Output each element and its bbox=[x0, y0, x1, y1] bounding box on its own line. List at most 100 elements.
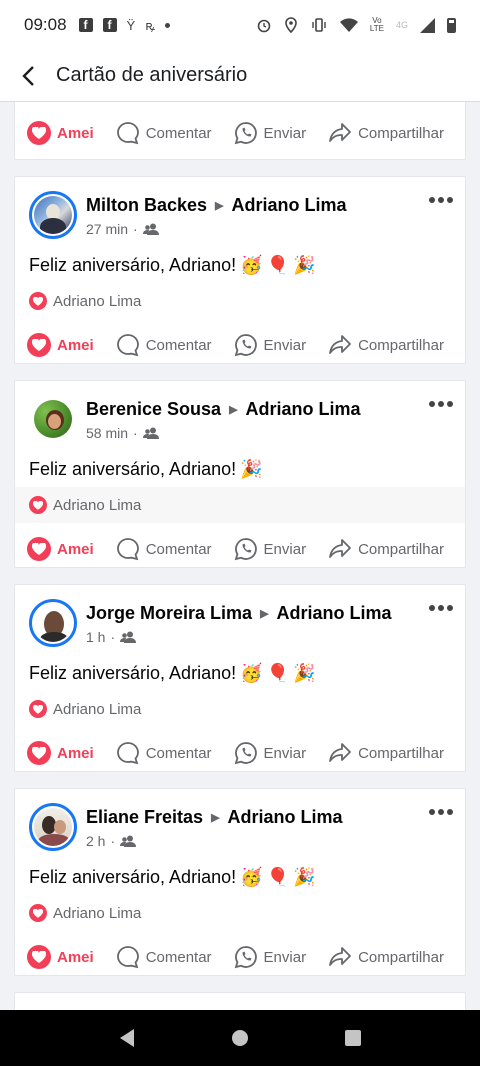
love-button[interactable]: Amei bbox=[27, 741, 94, 765]
heart-icon bbox=[27, 537, 51, 561]
share-button[interactable]: Compartilhar bbox=[328, 537, 444, 561]
share-icon bbox=[329, 947, 351, 966]
reactions-summary[interactable]: Adriano Lima bbox=[15, 283, 465, 319]
home-nav-icon[interactable] bbox=[231, 1029, 249, 1047]
back-button[interactable] bbox=[16, 64, 40, 88]
birthday-feed[interactable]: Amei Comentar Enviar Compartilhar Milton… bbox=[0, 102, 480, 1010]
reactor-name: Adriano Lima bbox=[53, 904, 142, 922]
post-card-partial: Amei Comentar Enviar Compartilhar bbox=[14, 102, 466, 160]
friends-audience-icon bbox=[120, 631, 137, 643]
send-label: Enviar bbox=[263, 336, 307, 354]
share-icon bbox=[329, 743, 351, 762]
friends-audience-icon bbox=[120, 835, 137, 847]
post-text: Feliz aniversário, Adriano! 🥳 🎈 🎉 bbox=[15, 855, 465, 889]
post-message: Feliz aniversário, Adriano! bbox=[29, 662, 237, 683]
author-name[interactable]: Berenice Sousa bbox=[86, 399, 221, 420]
reactions-summary[interactable]: Adriano Lima bbox=[15, 487, 465, 523]
send-label: Enviar bbox=[263, 124, 307, 142]
post-time[interactable]: 58 min bbox=[86, 425, 128, 441]
share-button[interactable]: Compartilhar bbox=[328, 121, 444, 145]
send-button[interactable]: Enviar bbox=[234, 537, 306, 561]
love-reaction-icon bbox=[29, 904, 47, 922]
send-button[interactable]: Enviar bbox=[234, 121, 307, 145]
app-bar: Cartão de aniversário bbox=[0, 50, 480, 102]
love-button[interactable]: Amei bbox=[27, 537, 94, 561]
post-time[interactable]: 27 min bbox=[86, 221, 128, 237]
author-name[interactable]: Jorge Moreira Lima bbox=[86, 603, 252, 624]
avatar[interactable] bbox=[29, 395, 77, 443]
whatsapp-icon bbox=[234, 538, 257, 561]
share-label: Compartilhar bbox=[358, 124, 444, 142]
author-name[interactable]: Eliane Freitas bbox=[86, 807, 203, 828]
more-options-button[interactable] bbox=[429, 605, 453, 611]
love-button[interactable]: Amei bbox=[27, 945, 94, 969]
notification-icons: f f Ÿ ꝶ bbox=[78, 16, 171, 34]
avatar[interactable] bbox=[29, 191, 77, 239]
avatar[interactable] bbox=[29, 599, 77, 647]
post-header: Eliane Freitas ▶ Adriano Lima 2 h · bbox=[15, 789, 465, 855]
party-face-emoji: 🥳 bbox=[240, 254, 263, 275]
heart-icon bbox=[27, 945, 51, 969]
love-label: Amei bbox=[57, 336, 94, 354]
post-text: Feliz aniversário, Adriano! 🥳 🎈 🎉 bbox=[15, 243, 465, 277]
party-popper-emoji: 🎉 bbox=[292, 866, 316, 887]
comment-label: Comentar bbox=[145, 744, 212, 762]
share-button[interactable]: Compartilhar bbox=[328, 741, 444, 765]
comment-button[interactable]: Comentar bbox=[116, 121, 212, 145]
back-arrow-icon bbox=[22, 65, 34, 86]
whatsapp-icon bbox=[234, 122, 257, 145]
back-nav-icon[interactable] bbox=[118, 1028, 136, 1048]
arrow-right-icon: ▶ bbox=[215, 200, 224, 212]
more-notifications-icon bbox=[165, 22, 171, 28]
share-button[interactable]: Compartilhar bbox=[328, 333, 444, 357]
share-label: Compartilhar bbox=[358, 336, 444, 354]
post-meta: 2 h · bbox=[86, 833, 137, 849]
share-label: Compartilhar bbox=[358, 540, 444, 558]
send-button[interactable]: Enviar bbox=[234, 945, 306, 969]
comment-button[interactable]: Comentar bbox=[116, 537, 212, 561]
party-popper-emoji: 🎉 bbox=[292, 662, 316, 683]
share-label: Compartilhar bbox=[358, 744, 444, 762]
comment-icon bbox=[116, 334, 139, 357]
send-button[interactable]: Enviar bbox=[234, 741, 307, 765]
comment-icon bbox=[116, 122, 139, 145]
reactor-name: Adriano Lima bbox=[53, 700, 142, 718]
more-options-button[interactable] bbox=[429, 809, 453, 815]
reactions-summary[interactable]: Adriano Lima bbox=[15, 895, 465, 931]
arrow-right-icon: ▶ bbox=[260, 608, 269, 620]
avatar[interactable] bbox=[29, 803, 77, 851]
post-meta: 1 h · bbox=[86, 629, 137, 645]
author-name[interactable]: Milton Backes bbox=[86, 195, 207, 216]
post-time[interactable]: 2 h bbox=[86, 833, 105, 849]
location-icon bbox=[285, 17, 297, 33]
comment-icon bbox=[116, 742, 139, 765]
more-options-button[interactable] bbox=[429, 401, 453, 407]
signal-icon bbox=[420, 17, 435, 33]
send-label: Enviar bbox=[263, 744, 307, 762]
post-card: Eliane Freitas ▶ Adriano Lima 2 h · Feli… bbox=[14, 788, 466, 976]
comment-button[interactable]: Comentar bbox=[116, 741, 212, 765]
target-name[interactable]: Adriano Lima bbox=[246, 399, 361, 420]
share-label: Compartilhar bbox=[358, 948, 444, 966]
reactions-summary[interactable]: Adriano Lima bbox=[15, 691, 465, 727]
comment-label: Comentar bbox=[145, 124, 212, 142]
post-actions: Amei Comentar Enviar Compartilhar bbox=[15, 319, 465, 371]
target-name[interactable]: Adriano Lima bbox=[277, 603, 392, 624]
post-message: Feliz aniversário, Adriano! bbox=[29, 458, 237, 479]
meta-separator: · bbox=[110, 629, 116, 645]
share-button[interactable]: Compartilhar bbox=[328, 945, 444, 969]
recents-nav-icon[interactable] bbox=[344, 1029, 362, 1047]
send-button[interactable]: Enviar bbox=[234, 333, 307, 357]
status-bar: 09:08 f f Ÿ ꝶ Vo LTE 4G bbox=[0, 0, 480, 50]
post-time[interactable]: 1 h bbox=[86, 629, 105, 645]
target-name[interactable]: Adriano Lima bbox=[232, 195, 347, 216]
comment-button[interactable]: Comentar bbox=[116, 945, 212, 969]
reactor-name: Adriano Lima bbox=[53, 496, 142, 514]
comment-button[interactable]: Comentar bbox=[116, 333, 212, 357]
post-names: Eliane Freitas ▶ Adriano Lima bbox=[86, 807, 343, 828]
target-name[interactable]: Adriano Lima bbox=[228, 807, 343, 828]
love-button[interactable]: Amei bbox=[27, 333, 94, 357]
love-button[interactable]: Amei bbox=[27, 121, 94, 145]
post-names: Berenice Sousa ▶ Adriano Lima bbox=[86, 399, 361, 420]
more-options-button[interactable] bbox=[429, 197, 453, 203]
